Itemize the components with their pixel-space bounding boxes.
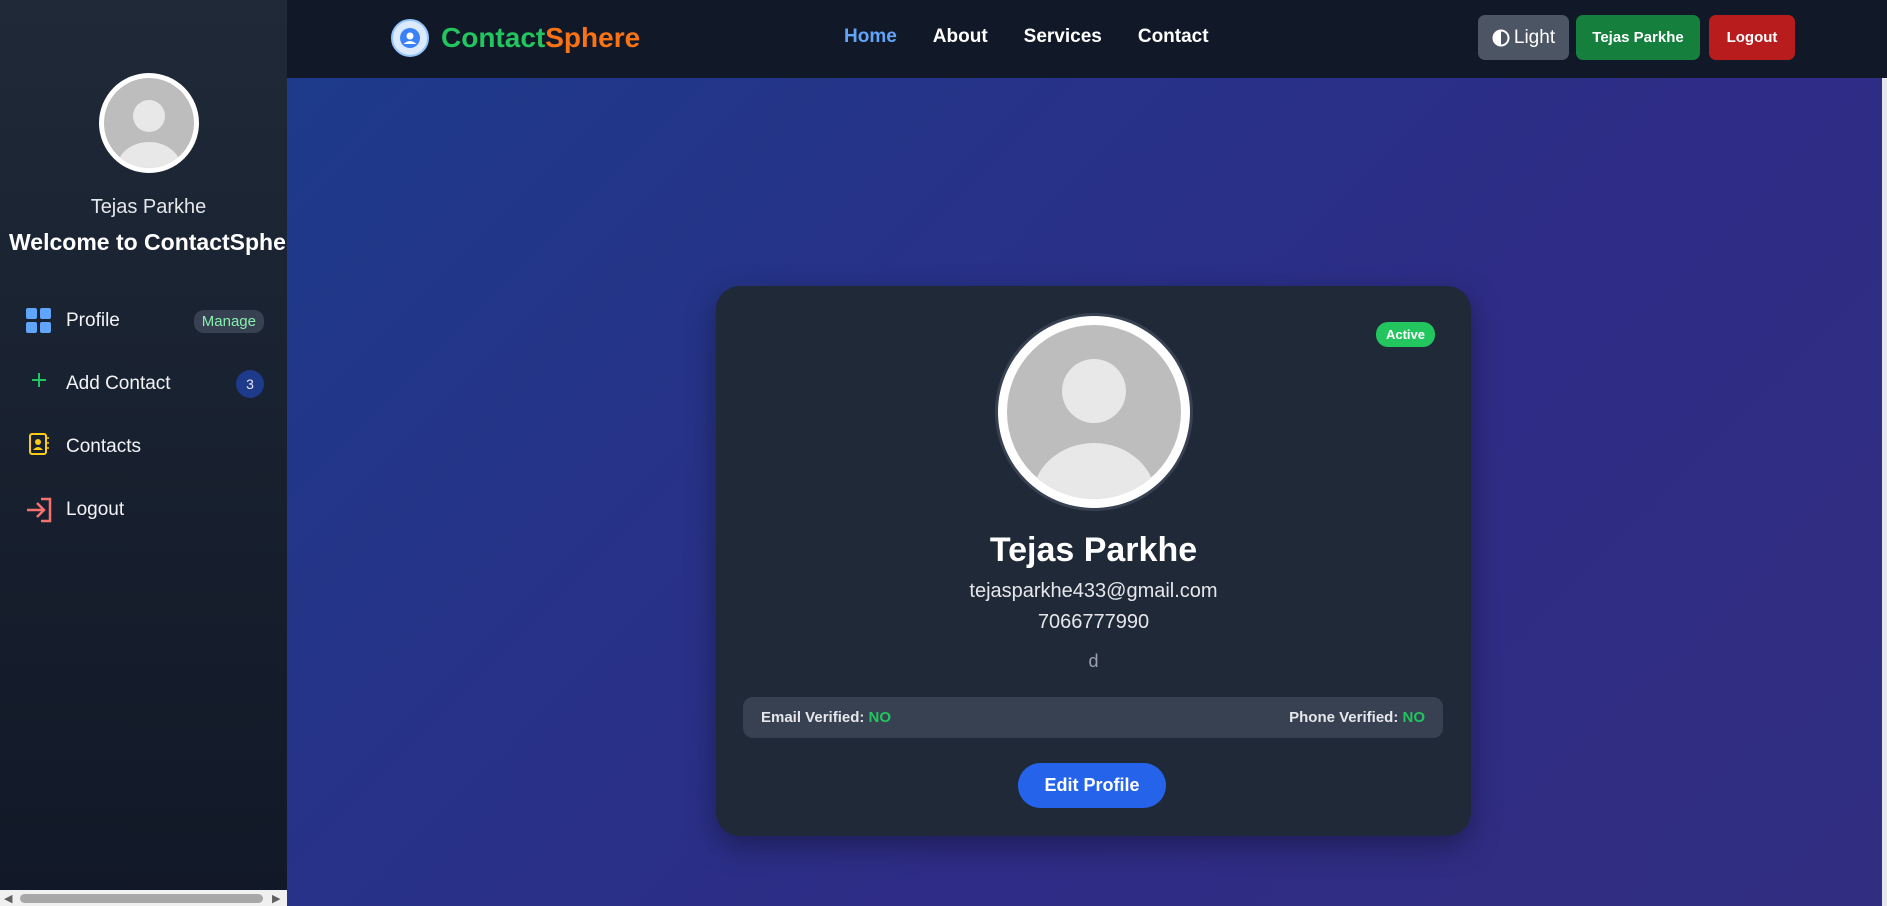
theme-toggle-label: Light [1513, 26, 1556, 48]
user-placeholder-icon [117, 100, 181, 168]
profile-about: d [1088, 651, 1099, 671]
sidebar: Tejas Parkhe Welcome to ContactSphere Pr… [0, 0, 308, 906]
brand-name: ContactSphere [441, 22, 640, 54]
logout-button[interactable]: Logout [1709, 15, 1795, 60]
profile-email: tejasparkhe433@gmail.com [969, 580, 1218, 602]
logout-icon [24, 495, 54, 525]
sidebar-welcome: Welcome to ContactSphere [9, 229, 308, 255]
sidebar-item-contacts[interactable]: Contacts [24, 427, 264, 467]
scroll-left-icon[interactable]: ◀ [4, 892, 12, 905]
sidebar-item-logout[interactable]: Logout [24, 490, 264, 530]
dashboard-icon [24, 306, 54, 336]
vertical-scrollbar-edge[interactable] [1882, 78, 1887, 906]
scroll-right-icon[interactable]: ▶ [272, 892, 280, 905]
edit-profile-button[interactable]: Edit Profile [1018, 763, 1166, 808]
top-navbar: ContactSphere Home About Services Contac… [287, 0, 1887, 78]
sidebar-item-label: Logout [66, 499, 125, 520]
sidebar-item-label: Profile [66, 310, 120, 331]
brand-name-part-1: Contact [441, 22, 546, 53]
sidebar-item-label: Add Contact [66, 373, 171, 394]
nav-about[interactable]: About [933, 26, 988, 48]
profile-phone: 7066777990 [1037, 611, 1150, 633]
sidebar-avatar [99, 73, 199, 173]
manage-badge: Manage [193, 309, 264, 333]
brand-name-part-2: Sphere [545, 22, 641, 53]
phone-verified-status: Phone Verified: NO [1289, 709, 1425, 726]
user-profile-button[interactable]: Tejas Parkhe [1576, 15, 1700, 60]
profile-name: Tejas Parkhe [989, 531, 1198, 569]
phone-verified-value: NO [1402, 709, 1426, 726]
contact-book-icon [24, 432, 54, 462]
theme-toggle-button[interactable]: Light [1478, 15, 1569, 60]
sidebar-item-add-contact[interactable]: Add Contact 3 [24, 364, 264, 404]
verification-bar: Email Verified: NO Phone Verified: NO [743, 697, 1443, 738]
status-badge: Active [1375, 322, 1435, 347]
brand-logo[interactable]: ContactSphere [391, 19, 640, 57]
phone-verified-label: Phone Verified: [1289, 709, 1399, 726]
scrollbar-thumb[interactable] [20, 894, 263, 903]
email-verified-status: Email Verified: NO [761, 709, 891, 726]
main-content: Active Tejas Parkhe tejasparkhe433@gmail… [287, 78, 1882, 906]
sidebar-user-name: Tejas Parkhe [90, 196, 207, 218]
horizontal-scrollbar[interactable]: ◀ ▶ [0, 890, 287, 906]
nav-contact[interactable]: Contact [1138, 26, 1209, 48]
sidebar-item-label: Contacts [66, 436, 141, 457]
sidebar-item-profile[interactable]: Profile Manage [24, 301, 264, 341]
contrast-icon [1492, 29, 1510, 46]
nav-services[interactable]: Services [1024, 26, 1102, 48]
profile-avatar [998, 316, 1190, 508]
user-placeholder-icon [1032, 359, 1156, 499]
nav-home[interactable]: Home [844, 26, 897, 48]
main-nav: Home About Services Contact [844, 26, 1209, 48]
contacts-logo-icon [391, 19, 429, 57]
email-verified-value: NO [868, 709, 892, 726]
plus-icon [24, 369, 54, 399]
contact-count-badge: 3 [236, 370, 264, 398]
email-verified-label: Email Verified: [761, 709, 865, 726]
profile-card: Active Tejas Parkhe tejasparkhe433@gmail… [716, 286, 1471, 836]
